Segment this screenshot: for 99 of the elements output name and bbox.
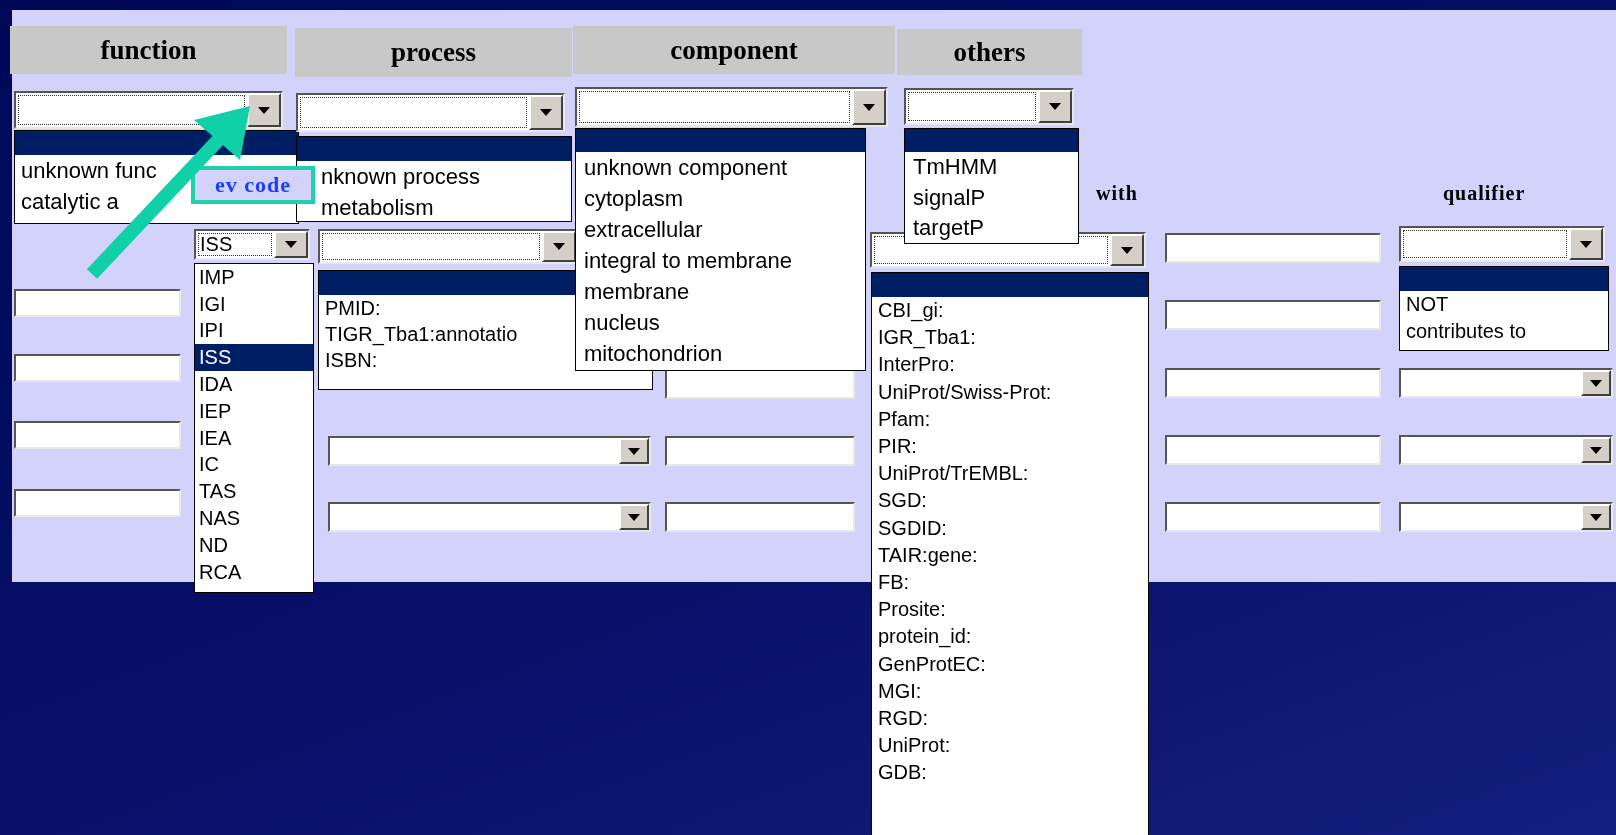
- dropdown-button[interactable]: [529, 95, 563, 130]
- dropdown-button[interactable]: [247, 93, 281, 127]
- text-field[interactable]: [665, 369, 855, 399]
- list-option[interactable]: signalP: [905, 182, 1078, 213]
- select-field[interactable]: [904, 88, 1074, 125]
- list-option[interactable]: UniProt:: [872, 732, 1148, 760]
- list-option[interactable]: TAIR:gene:: [872, 541, 1148, 569]
- dropdown-button[interactable]: [619, 438, 649, 464]
- list-option[interactable]: SGD:: [872, 487, 1148, 515]
- dropdown-button[interactable]: [1581, 504, 1611, 530]
- list-option[interactable]: nucleus: [576, 307, 865, 338]
- caret-icon: [628, 513, 640, 521]
- select-field[interactable]: [328, 436, 651, 466]
- column-header: component: [573, 26, 895, 74]
- select-field[interactable]: [318, 229, 578, 264]
- text-field[interactable]: [665, 502, 855, 532]
- list-option[interactable]: IPI: [195, 317, 313, 345]
- list-option[interactable]: cytoplasm: [576, 183, 865, 214]
- list-option[interactable]: contributes to: [1400, 318, 1608, 345]
- text-field[interactable]: [14, 354, 181, 382]
- select-field[interactable]: ISS: [194, 229, 310, 260]
- list-option[interactable]: extracellular: [576, 214, 865, 245]
- list-option[interactable]: FB:: [872, 568, 1148, 597]
- text-field[interactable]: [1165, 435, 1381, 465]
- caret-icon: [1590, 379, 1602, 387]
- dropdown-button[interactable]: [1038, 90, 1072, 123]
- column-label: qualifier: [1443, 182, 1526, 205]
- column-header: function: [10, 26, 287, 74]
- list-option[interactable]: ND: [195, 531, 313, 559]
- caret-icon: [285, 241, 297, 248]
- list-option[interactable]: IC: [195, 451, 313, 479]
- list-option[interactable]: IGR_Tba1:: [872, 324, 1148, 352]
- list-option[interactable]: Pfam:: [872, 405, 1148, 433]
- caret-icon: [553, 243, 565, 250]
- text-field[interactable]: [14, 489, 181, 517]
- caret-icon: [258, 106, 270, 114]
- caret-icon: [1590, 446, 1602, 454]
- text-field[interactable]: [1165, 300, 1381, 330]
- select-field[interactable]: [1399, 368, 1613, 398]
- list-option[interactable]: GDB:: [872, 759, 1148, 787]
- list-option[interactable]: TAS: [195, 478, 313, 506]
- column-label: with: [1096, 182, 1138, 205]
- select-field[interactable]: [14, 91, 283, 129]
- dropdown-button[interactable]: [1581, 437, 1611, 463]
- list-option[interactable]: Prosite:: [872, 596, 1148, 624]
- text-field[interactable]: [1165, 368, 1381, 398]
- list-option[interactable]: IEP: [195, 398, 313, 425]
- list-option[interactable]: UniProt/Swiss-Prot:: [872, 378, 1148, 406]
- select-field[interactable]: [296, 93, 565, 132]
- list-option[interactable]: IDA: [195, 371, 313, 398]
- list-option[interactable]: SGDID:: [872, 514, 1148, 542]
- list-option[interactable]: targetP: [905, 213, 1078, 243]
- list-option[interactable]: MGI:: [872, 677, 1148, 705]
- text-field[interactable]: [14, 289, 181, 317]
- dropdown-button[interactable]: [852, 89, 886, 125]
- list-option[interactable]: InterPro:: [872, 351, 1148, 379]
- select-field[interactable]: [328, 502, 651, 532]
- column-header: process: [295, 28, 572, 77]
- list-option[interactable]: UniProt/TrEMBL:: [872, 460, 1148, 488]
- list-option[interactable]: RGD:: [872, 704, 1148, 732]
- select-field[interactable]: [1399, 226, 1605, 262]
- caret-icon: [863, 103, 875, 111]
- dropdown-button[interactable]: [274, 231, 308, 258]
- list-option[interactable]: NAS: [195, 505, 313, 532]
- list-option[interactable]: PIR:: [872, 432, 1148, 461]
- caret-icon: [1580, 240, 1592, 248]
- dropdown-button[interactable]: [1569, 228, 1603, 260]
- list-option[interactable]: IEA: [195, 424, 313, 452]
- caret-icon: [1049, 103, 1061, 110]
- column-header: others: [897, 29, 1082, 75]
- callout-label: ev code: [191, 166, 315, 204]
- dropdown-button[interactable]: [542, 231, 576, 262]
- list-option[interactable]: RCA: [195, 558, 313, 586]
- dropdown-button[interactable]: [1110, 234, 1144, 266]
- list-option[interactable]: ISS: [195, 344, 313, 372]
- list-option[interactable]: mitochondrion: [576, 338, 865, 369]
- list-option[interactable]: protein_id:: [872, 623, 1148, 651]
- select-field[interactable]: [1399, 435, 1613, 465]
- list-option[interactable]: IMP: [195, 264, 313, 291]
- dropdown-button[interactable]: [1581, 370, 1611, 396]
- list-option[interactable]: integral to membrane: [576, 245, 865, 276]
- list-option[interactable]: IGI: [195, 290, 313, 318]
- text-field[interactable]: [1165, 233, 1381, 263]
- text-field[interactable]: [665, 436, 855, 466]
- caret-icon: [628, 447, 640, 455]
- select-field[interactable]: [1399, 502, 1613, 532]
- caret-icon: [540, 109, 552, 116]
- dropdown-button[interactable]: [619, 504, 649, 530]
- select-field[interactable]: [575, 87, 888, 127]
- list-option[interactable]: CBI_gi:: [872, 297, 1148, 325]
- caret-icon: [1590, 513, 1602, 521]
- caret-icon: [1121, 246, 1133, 254]
- text-field[interactable]: [14, 421, 181, 449]
- list-option[interactable]: TmHMM: [905, 152, 1078, 183]
- list-option[interactable]: unknown component: [576, 152, 865, 183]
- list-option[interactable]: GenProtEC:: [872, 650, 1148, 678]
- text-field[interactable]: [1165, 502, 1381, 532]
- list-option[interactable]: NOT: [1400, 291, 1608, 318]
- list-option[interactable]: membrane: [576, 276, 865, 307]
